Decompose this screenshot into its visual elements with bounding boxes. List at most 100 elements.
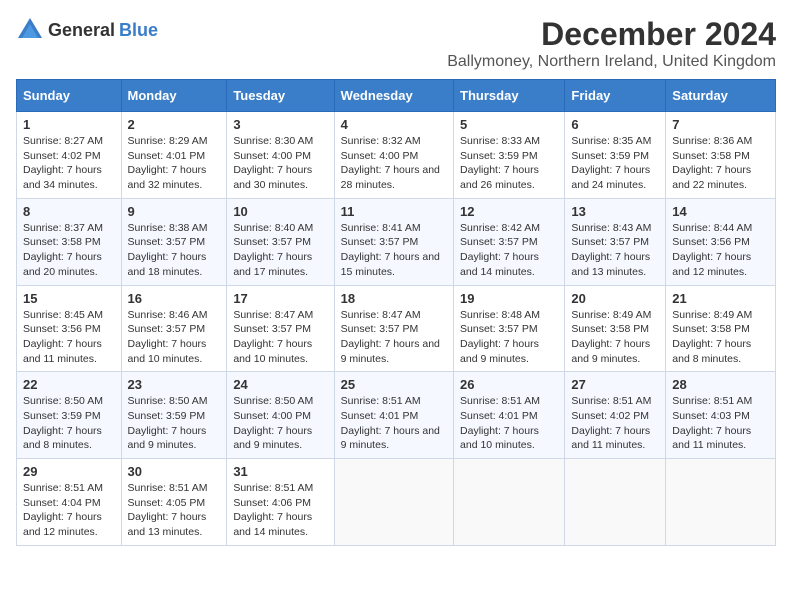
calendar-week-3: 15 Sunrise: 8:45 AM Sunset: 3:56 PM Dayl… [17,285,776,372]
sunset: Sunset: 3:58 PM [672,150,750,162]
sunset: Sunset: 4:02 PM [571,410,649,422]
sunset: Sunset: 3:56 PM [23,323,101,335]
sunrise: Sunrise: 8:37 AM [23,222,103,234]
weekday-row: Sunday Monday Tuesday Wednesday Thursday… [17,80,776,112]
day-number: 30 [128,464,221,479]
day-number: 29 [23,464,115,479]
sunset: Sunset: 4:01 PM [341,410,419,422]
day-number: 28 [672,377,769,392]
day-info: Sunrise: 8:50 AM Sunset: 3:59 PM Dayligh… [128,394,221,453]
day-info: Sunrise: 8:51 AM Sunset: 4:03 PM Dayligh… [672,394,769,453]
day-number: 18 [341,291,447,306]
day-info: Sunrise: 8:41 AM Sunset: 3:57 PM Dayligh… [341,221,447,280]
daylight: Daylight: 7 hours and 18 minutes. [128,251,207,278]
weekday-sunday: Sunday [17,80,122,112]
calendar-cell: 9 Sunrise: 8:38 AM Sunset: 3:57 PM Dayli… [121,198,227,285]
sunrise: Sunrise: 8:33 AM [460,135,540,147]
sunrise: Sunrise: 8:47 AM [233,309,313,321]
sunrise: Sunrise: 8:44 AM [672,222,752,234]
daylight: Daylight: 7 hours and 9 minutes. [128,425,207,452]
daylight: Daylight: 7 hours and 12 minutes. [23,511,102,538]
day-info: Sunrise: 8:27 AM Sunset: 4:02 PM Dayligh… [23,134,115,193]
calendar-cell [565,459,666,546]
calendar-cell: 19 Sunrise: 8:48 AM Sunset: 3:57 PM Dayl… [454,285,565,372]
daylight: Daylight: 7 hours and 20 minutes. [23,251,102,278]
day-number: 6 [571,117,659,132]
daylight: Daylight: 7 hours and 24 minutes. [571,164,650,191]
calendar-cell: 5 Sunrise: 8:33 AM Sunset: 3:59 PM Dayli… [454,112,565,199]
sunset: Sunset: 4:01 PM [128,150,206,162]
sunrise: Sunrise: 8:27 AM [23,135,103,147]
day-info: Sunrise: 8:51 AM Sunset: 4:02 PM Dayligh… [571,394,659,453]
day-number: 27 [571,377,659,392]
daylight: Daylight: 7 hours and 13 minutes. [571,251,650,278]
daylight: Daylight: 7 hours and 9 minutes. [233,425,312,452]
day-number: 14 [672,204,769,219]
day-number: 4 [341,117,447,132]
daylight: Daylight: 7 hours and 8 minutes. [672,338,751,365]
sunset: Sunset: 3:58 PM [23,236,101,248]
sunset: Sunset: 4:00 PM [341,150,419,162]
daylight: Daylight: 7 hours and 10 minutes. [128,338,207,365]
day-info: Sunrise: 8:32 AM Sunset: 4:00 PM Dayligh… [341,134,447,193]
sunrise: Sunrise: 8:51 AM [128,482,208,494]
calendar-cell [334,459,453,546]
daylight: Daylight: 7 hours and 34 minutes. [23,164,102,191]
weekday-wednesday: Wednesday [334,80,453,112]
calendar-cell: 8 Sunrise: 8:37 AM Sunset: 3:58 PM Dayli… [17,198,122,285]
day-info: Sunrise: 8:29 AM Sunset: 4:01 PM Dayligh… [128,134,221,193]
calendar-cell: 28 Sunrise: 8:51 AM Sunset: 4:03 PM Dayl… [666,372,776,459]
calendar-cell: 2 Sunrise: 8:29 AM Sunset: 4:01 PM Dayli… [121,112,227,199]
calendar-subtitle: Ballymoney, Northern Ireland, United Kin… [447,53,776,71]
sunrise: Sunrise: 8:48 AM [460,309,540,321]
sunset: Sunset: 3:57 PM [460,236,538,248]
calendar-title: December 2024 [447,16,776,53]
calendar-cell: 7 Sunrise: 8:36 AM Sunset: 3:58 PM Dayli… [666,112,776,199]
daylight: Daylight: 7 hours and 26 minutes. [460,164,539,191]
day-info: Sunrise: 8:51 AM Sunset: 4:06 PM Dayligh… [233,481,327,540]
calendar-cell: 23 Sunrise: 8:50 AM Sunset: 3:59 PM Dayl… [121,372,227,459]
day-number: 3 [233,117,327,132]
sunrise: Sunrise: 8:32 AM [341,135,421,147]
day-number: 26 [460,377,558,392]
weekday-monday: Monday [121,80,227,112]
sunrise: Sunrise: 8:35 AM [571,135,651,147]
sunset: Sunset: 3:58 PM [571,323,649,335]
calendar-week-2: 8 Sunrise: 8:37 AM Sunset: 3:58 PM Dayli… [17,198,776,285]
sunrise: Sunrise: 8:49 AM [571,309,651,321]
sunrise: Sunrise: 8:51 AM [23,482,103,494]
sunset: Sunset: 4:00 PM [233,410,311,422]
calendar-cell: 27 Sunrise: 8:51 AM Sunset: 4:02 PM Dayl… [565,372,666,459]
day-info: Sunrise: 8:43 AM Sunset: 3:57 PM Dayligh… [571,221,659,280]
day-info: Sunrise: 8:33 AM Sunset: 3:59 PM Dayligh… [460,134,558,193]
title-section: December 2024 Ballymoney, Northern Irela… [447,16,776,71]
day-number: 13 [571,204,659,219]
day-info: Sunrise: 8:38 AM Sunset: 3:57 PM Dayligh… [128,221,221,280]
daylight: Daylight: 7 hours and 17 minutes. [233,251,312,278]
day-number: 2 [128,117,221,132]
sunrise: Sunrise: 8:43 AM [571,222,651,234]
sunset: Sunset: 3:59 PM [460,150,538,162]
sunrise: Sunrise: 8:51 AM [460,395,540,407]
calendar-cell: 15 Sunrise: 8:45 AM Sunset: 3:56 PM Dayl… [17,285,122,372]
day-info: Sunrise: 8:50 AM Sunset: 4:00 PM Dayligh… [233,394,327,453]
day-number: 20 [571,291,659,306]
daylight: Daylight: 7 hours and 8 minutes. [23,425,102,452]
day-number: 22 [23,377,115,392]
day-info: Sunrise: 8:50 AM Sunset: 3:59 PM Dayligh… [23,394,115,453]
sunset: Sunset: 3:57 PM [341,323,419,335]
day-number: 12 [460,204,558,219]
calendar-body: 1 Sunrise: 8:27 AM Sunset: 4:02 PM Dayli… [17,112,776,546]
sunrise: Sunrise: 8:41 AM [341,222,421,234]
sunset: Sunset: 3:59 PM [128,410,206,422]
day-number: 23 [128,377,221,392]
day-number: 8 [23,204,115,219]
day-info: Sunrise: 8:51 AM Sunset: 4:01 PM Dayligh… [341,394,447,453]
calendar-cell: 3 Sunrise: 8:30 AM Sunset: 4:00 PM Dayli… [227,112,334,199]
calendar-cell: 6 Sunrise: 8:35 AM Sunset: 3:59 PM Dayli… [565,112,666,199]
sunset: Sunset: 3:59 PM [571,150,649,162]
calendar-cell: 4 Sunrise: 8:32 AM Sunset: 4:00 PM Dayli… [334,112,453,199]
calendar-cell: 22 Sunrise: 8:50 AM Sunset: 3:59 PM Dayl… [17,372,122,459]
daylight: Daylight: 7 hours and 30 minutes. [233,164,312,191]
day-number: 21 [672,291,769,306]
